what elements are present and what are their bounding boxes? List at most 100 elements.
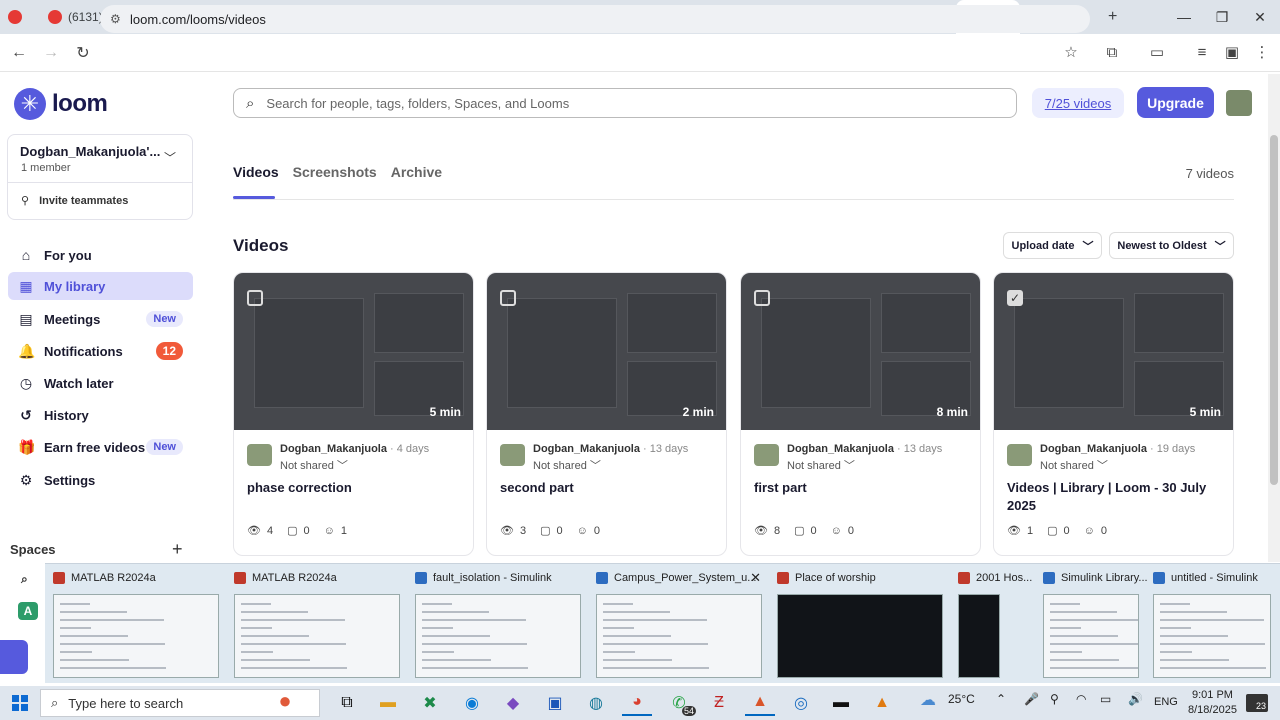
new-tab-button[interactable]: + [1100,0,1130,34]
sort-order-dropdown[interactable]: Newest to Oldest ﹀ [1109,232,1234,259]
sharing-dropdown[interactable]: Not shared ﹀ [787,457,855,473]
page-scrollbar-thumb[interactable] [1270,135,1278,485]
video-card[interactable]: 2 min Dogban_Makanjuola · 13 days Not shar… [486,272,727,556]
bookmark-star-icon[interactable]: ☆ [1057,38,1085,66]
video-title[interactable]: phase correction [247,479,462,497]
window-preview[interactable]: Campus_Power_System_u... ✕ [588,564,769,684]
window-preview[interactable]: untitled - Simulink [1145,564,1280,684]
video-thumbnail[interactable]: ✓ 5 min [994,273,1233,430]
chrome-menu-icon[interactable]: ⋮ [1248,38,1276,66]
sort-field-dropdown[interactable]: Upload date ﹀ [1003,232,1102,259]
matlab-icon[interactable]: ▲ [745,690,775,716]
edge-icon[interactable]: ◉ [457,690,487,716]
reload-icon[interactable]: ↻ [68,38,98,68]
chevron-down-icon[interactable]: ﹀ [164,149,176,166]
sidebar-item-for-you[interactable]: ⌂ For you [8,241,193,269]
volume-icon[interactable]: 🔊 [1128,692,1143,706]
forward-icon[interactable]: → [36,38,66,68]
back-icon[interactable]: ← [4,38,34,68]
video-card[interactable]: ✓ 5 min Dogban_Makanjuola · 19 days Not sha… [993,272,1234,556]
battery-icon[interactable]: ▭ [1100,692,1111,706]
video-title[interactable]: second part [500,479,715,497]
select-checkbox[interactable]: ✓ [1007,290,1023,306]
window-preview[interactable]: fault_isolation - Simulink [407,564,588,684]
video-thumbnail[interactable]: 8 min [741,273,980,430]
video-thumbnail[interactable]: 2 min [487,273,726,430]
profile-icon[interactable]: ▣ [1218,38,1246,66]
wifi-icon[interactable]: ◠ [1076,692,1086,706]
sidebar-item-my-library[interactable]: ▦ My library [8,272,193,300]
invite-teammates-button[interactable]: ⚲ Invite teammates [21,194,128,208]
workspace-switcher[interactable]: Dogban_Makanjuola'... 1 member ﹀ ⚲ Invit… [7,134,193,220]
taskbar-clock[interactable]: 9:01 PM 8/18/2025 [1188,688,1237,718]
cast-icon[interactable]: ▭ [1143,38,1171,66]
select-checkbox[interactable] [247,290,263,306]
filezilla-icon[interactable]: Ƶ [704,690,734,716]
sharing-dropdown[interactable]: Not shared ﹀ [280,457,348,473]
video-card[interactable]: 8 min Dogban_Makanjuola · 13 days Not shar… [740,272,981,556]
space-avatar[interactable]: A [18,602,38,620]
record-button[interactable] [0,640,28,674]
video-duration: 5 min [1189,405,1221,419]
app-icon[interactable]: ◎ [786,690,816,716]
weather-temp[interactable]: 25°C [948,692,975,706]
window-preview[interactable]: Simulink Library... [1035,564,1148,684]
minimize-button[interactable]: — [1166,0,1202,34]
media-icon[interactable]: ≡ [1188,38,1216,66]
sidebar-item-settings[interactable]: ⚙ Settings [8,466,193,494]
tab-screenshots[interactable]: Screenshots [293,164,377,180]
maximize-button[interactable]: ❐ [1204,0,1240,34]
avatar[interactable] [1226,90,1252,116]
language-indicator[interactable]: ENG [1154,696,1178,708]
windows-start-icon[interactable] [12,695,28,711]
video-thumbnail[interactable]: 5 min [234,273,473,430]
whatsapp-icon[interactable]: ✆ 54 [664,690,696,716]
tray-overflow-icon[interactable]: ⌃ [996,692,1006,706]
sidebar-item-history[interactable]: ↺ History [8,401,193,429]
task-view-icon[interactable]: ⧉ [332,690,362,716]
video-title[interactable]: first part [754,479,969,497]
balloons-icon[interactable]: ● [270,688,300,714]
browser-tab[interactable] [0,0,40,34]
window-preview[interactable]: Place of worship [769,564,950,684]
loom-logo[interactable]: ✳ loom [14,88,108,120]
sidebar-item-notifications[interactable]: 🔔 Notifications 12 [8,337,193,365]
search-input[interactable]: ⌕ Search for people, tags, folders, Spac… [233,88,1017,118]
window-preview[interactable]: MATLAB R2024a [226,564,407,684]
sharing-dropdown[interactable]: Not shared ﹀ [1040,457,1108,473]
window-preview[interactable]: 2001 Hos... [950,564,1035,684]
sidebar-item-meetings[interactable]: ▤ Meetings New [8,305,193,333]
file-explorer-icon[interactable]: ▬ [373,690,403,716]
chrome-icon[interactable]: ◕ [622,690,652,716]
sidebar-item-watch-later[interactable]: ◷ Watch later [8,369,193,397]
extensions-icon[interactable]: ⧉ [1098,38,1126,66]
upgrade-button[interactable]: Upgrade [1137,87,1214,118]
url-field[interactable]: ⚙ loom.com/looms/videos [100,5,1090,33]
weather-icon[interactable]: ☁ [920,690,936,710]
close-preview-icon[interactable]: ✕ [750,570,761,586]
store-icon[interactable]: ◆ [498,690,528,716]
close-window-button[interactable]: ✕ [1242,0,1278,34]
app-icon[interactable]: ◍ [581,690,611,716]
app-icon[interactable]: ▣ [540,690,570,716]
video-quota-link[interactable]: 7/25 videos [1032,88,1124,118]
notification-center-icon[interactable]: 23 [1246,694,1268,712]
vlc-icon[interactable]: ▲ [867,690,897,716]
terminal-icon[interactable]: ▬ [826,690,856,716]
add-space-icon[interactable]: + [172,539,183,560]
site-info-icon[interactable]: ⚙ [110,12,121,26]
tab-archive[interactable]: Archive [391,164,442,180]
select-checkbox[interactable] [754,290,770,306]
select-checkbox[interactable] [500,290,516,306]
microphone-icon[interactable]: 🎤 [1024,692,1039,706]
sharing-dropdown[interactable]: Not shared ﹀ [533,457,601,473]
video-card[interactable]: 5 min Dogban_Makanjuola · 4 days Not share… [233,272,474,556]
video-title[interactable]: Videos | Library | Loom - 30 July 2025 [1007,479,1222,515]
window-preview[interactable]: MATLAB R2024a [45,564,226,684]
tab-videos[interactable]: Videos [233,164,279,180]
location-icon[interactable]: ⚲ [1050,692,1059,706]
sidebar-item-earn-free-videos[interactable]: 🎁 Earn free videos New [8,433,193,461]
owner-line: Dogban_Makanjuola · 19 days [1040,443,1195,455]
excel-icon[interactable]: ✖ [415,690,445,716]
space-search-icon[interactable]: ⌕ [21,572,28,587]
